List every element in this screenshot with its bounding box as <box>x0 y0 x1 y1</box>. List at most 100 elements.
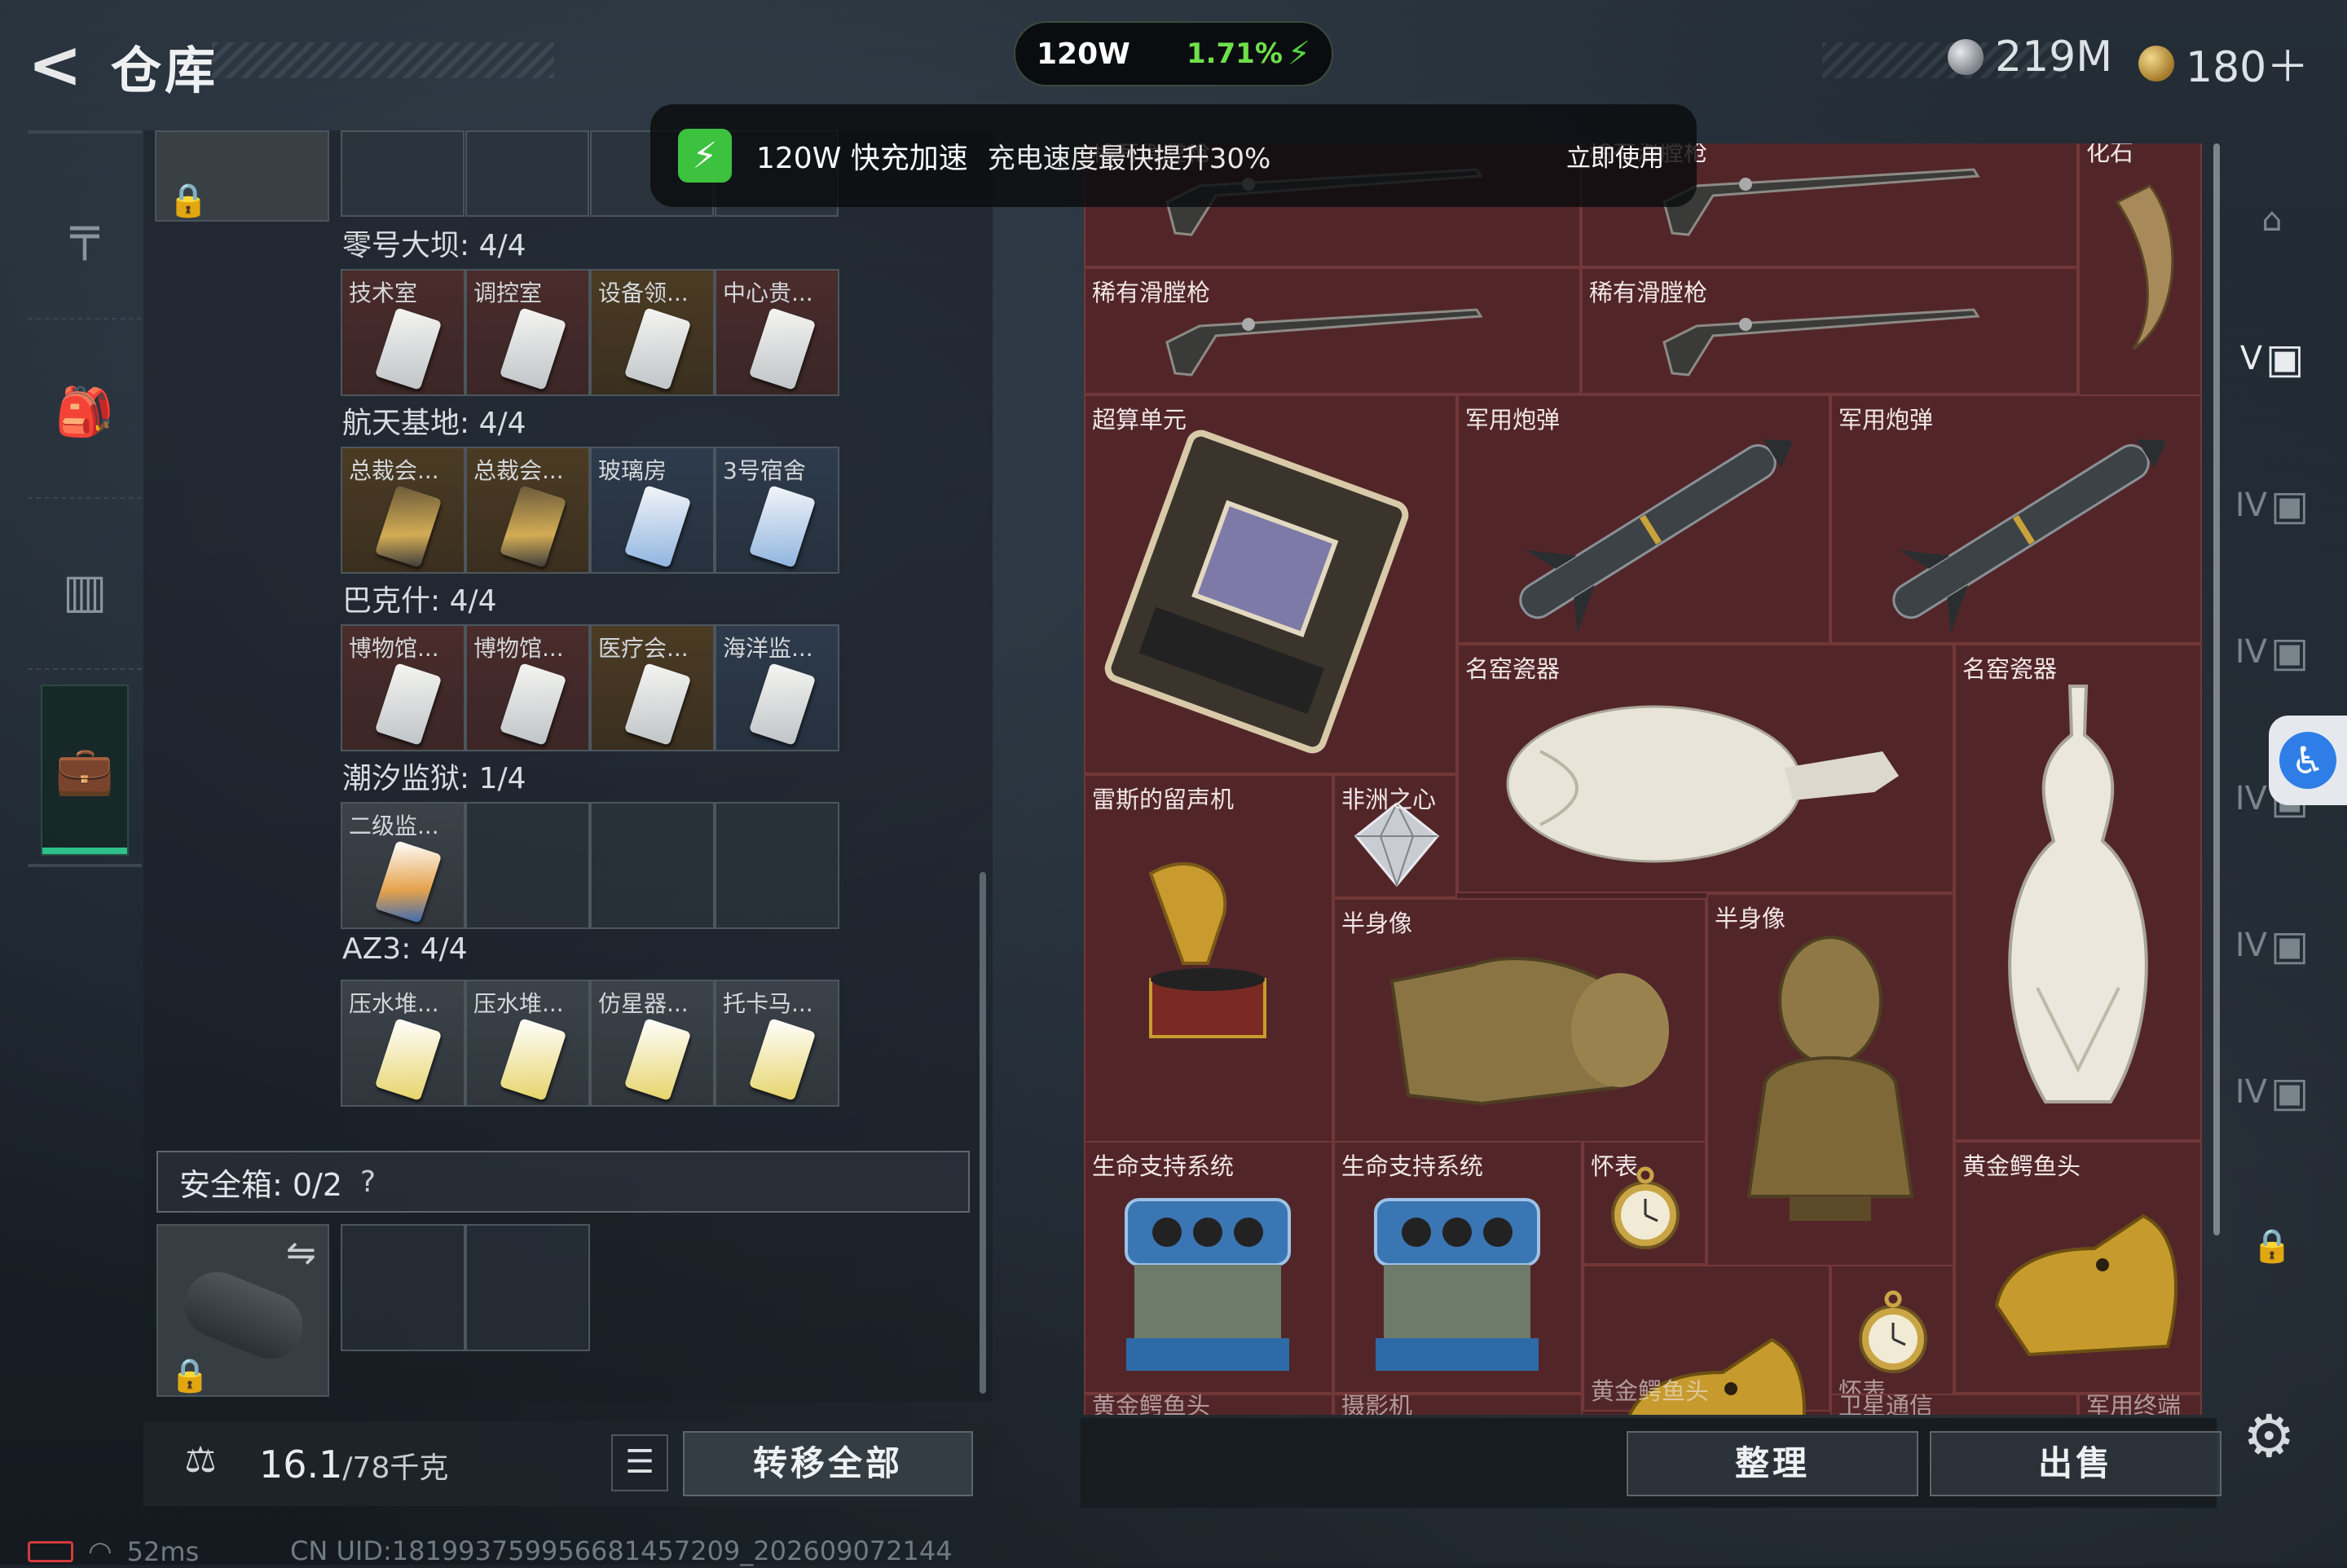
nav-bottom-border <box>28 864 142 867</box>
nav-vest[interactable]: ▥ <box>28 513 142 668</box>
keycard-item[interactable]: 调控室 <box>465 269 590 396</box>
safe-iv-icon[interactable]: IV▣ <box>2223 1043 2321 1141</box>
warehouse-item[interactable]: 军用炮弹 <box>1457 394 1830 644</box>
safe-box-label: 安全箱: 0/2 <box>179 1166 343 1203</box>
safe-box-icon: ▣ <box>2270 922 2310 969</box>
silver-coin-icon <box>1948 39 1984 75</box>
safe-v-icon[interactable]: V ▣ <box>2223 310 2321 407</box>
keycard-item[interactable]: 3号宿舍 <box>715 447 839 574</box>
keycard-label: 海洋监... <box>723 635 813 662</box>
keycard-item[interactable]: 技术室 <box>341 269 465 396</box>
warehouse-item[interactable]: 黄金鳄鱼头 <box>1583 1265 1830 1415</box>
item-label: 名窑瓷器 <box>1962 655 2058 683</box>
warehouse-item[interactable]: 怀表 <box>1583 1141 1706 1265</box>
keycard-item[interactable]: 二级监... <box>341 802 465 929</box>
container-slot[interactable]: 🔒 <box>155 130 329 222</box>
help-icon[interactable]: ? <box>360 1165 376 1199</box>
keycard-item[interactable]: 中心贵... <box>715 269 839 396</box>
currency-gold[interactable]: 180＋ <box>2138 33 2309 94</box>
bolt-icon: ⚡ <box>678 129 732 183</box>
keycard-item[interactable]: 托卡马... <box>715 980 839 1107</box>
keycard-slot[interactable] <box>465 130 589 217</box>
keycard-label: 设备领... <box>598 280 689 306</box>
safe-slot[interactable] <box>341 1224 465 1351</box>
item-label: 名窑瓷器 <box>1465 655 1561 683</box>
warehouse-item[interactable]: 黄金鳄鱼头 <box>1084 1392 1333 1415</box>
empty-slot[interactable] <box>590 802 715 929</box>
safe-case-slot[interactable]: ⇋ 🔒 <box>156 1224 329 1397</box>
settings-gear-icon[interactable]: ⚙ <box>2243 1402 2296 1470</box>
transfer-all-button[interactable]: 转移全部 <box>683 1431 973 1496</box>
warehouse-item[interactable]: 名窑瓷器 <box>1457 644 1954 893</box>
keycard-label: 总裁会... <box>349 457 439 484</box>
nav-divider <box>28 668 142 670</box>
item-label: 化石 <box>2086 143 2134 166</box>
item-label: 摄影机 <box>1341 1392 1413 1415</box>
warehouse-item[interactable]: 摄影机 <box>1333 1392 1583 1415</box>
warehouse-item[interactable]: 非洲之心 <box>1333 774 1457 898</box>
keycard-icon <box>374 307 443 390</box>
currency-silver[interactable]: 219M <box>1948 33 2112 81</box>
warehouse-item[interactable]: 化石 <box>2078 143 2202 396</box>
keycard-item[interactable]: 仿星器... <box>590 980 715 1107</box>
keycard-item[interactable]: 压水堆... <box>341 980 465 1107</box>
scrollbar[interactable] <box>980 872 986 1394</box>
promo-desc: 充电速度最快提升30% <box>987 142 1271 175</box>
keycard-item[interactable]: 海洋监... <box>715 624 839 751</box>
keycard-item[interactable]: 设备领... <box>590 269 715 396</box>
empty-slot[interactable] <box>465 802 590 929</box>
ping: 52ms <box>126 1536 200 1567</box>
safe-iv-icon[interactable]: IV▣ <box>2223 896 2321 994</box>
nav-toolbox[interactable]: 💼 <box>41 685 129 856</box>
keycard-icon <box>374 1018 443 1101</box>
keycard-item[interactable]: 总裁会... <box>341 447 465 574</box>
warehouse-item[interactable]: 生命支持系统 <box>1333 1141 1583 1394</box>
safe-iv-icon[interactable]: IV▣ <box>2223 456 2321 554</box>
keycard-item[interactable]: 医疗会... <box>590 624 715 751</box>
item-label: 半身像 <box>1715 905 1786 932</box>
item-label: 黄金鳄鱼头 <box>1092 1392 1211 1415</box>
warehouse-item[interactable]: 稀有滑膛枪 <box>1084 267 1581 394</box>
empty-slot[interactable] <box>715 802 839 929</box>
warehouse-item[interactable]: 军用终端 <box>2078 1392 2202 1415</box>
nav-backpack[interactable]: 🎒 <box>28 334 142 489</box>
charge-percent: 1.71% <box>1186 37 1283 70</box>
keycard-item[interactable]: 总裁会... <box>465 447 590 574</box>
group-title: AZ3: 4/4 <box>342 932 468 966</box>
warehouse-item[interactable]: 军用炮弹 <box>1830 394 2202 644</box>
fast-charge-banner: ⚡ 120W 快充加速 充电速度最快提升30% 立即使用 <box>650 104 1697 207</box>
keycard-slot[interactable] <box>341 130 465 217</box>
safe-box-header: 安全箱: 0/2 ? <box>156 1151 970 1213</box>
warehouse-item[interactable]: 生命支持系统 <box>1084 1141 1333 1394</box>
warehouse-item[interactable]: 黄金鳄鱼头 <box>1954 1141 2202 1394</box>
warehouse-item[interactable]: 超算单元 <box>1084 394 1457 774</box>
keycard-label: 博物馆... <box>473 635 564 662</box>
warehouse-item[interactable]: 卫星通信 <box>1830 1392 2078 1415</box>
keycard-item[interactable]: 压水堆... <box>465 980 590 1107</box>
item-label: 非洲之心 <box>1341 786 1437 813</box>
keycard-icon <box>374 485 443 568</box>
keycard-icon <box>374 840 443 923</box>
grid-action-bar: 整理 出售 <box>1081 1418 2222 1508</box>
list-view-button[interactable]: ☰ <box>611 1434 668 1491</box>
item-label: 生命支持系统 <box>1092 1152 1235 1180</box>
use-now-button[interactable]: 立即使用 <box>1566 138 1664 174</box>
keycard-item[interactable]: 玻璃房 <box>590 447 715 574</box>
sell-button[interactable]: 出售 <box>1930 1431 2222 1496</box>
swap-icon[interactable]: ⇋ <box>286 1232 316 1274</box>
grid-scrollbar[interactable] <box>2213 143 2220 1235</box>
warehouse-item[interactable]: 名窑瓷器 <box>1954 644 2202 1141</box>
warehouse-item[interactable]: 稀有滑膛枪 <box>1581 267 2078 394</box>
accessibility-button[interactable]: ♿ <box>2269 716 2347 805</box>
nav-weapons[interactable]: ╤ <box>28 155 142 310</box>
sort-button[interactable]: 整理 <box>1627 1431 1918 1496</box>
user-uid: CN UID:18199375995668145720​9_2026090721… <box>290 1535 953 1566</box>
safe-slot[interactable] <box>465 1224 590 1351</box>
storage-room-icon[interactable]: ⌂ <box>2223 171 2321 269</box>
item-label: 黄金鳄鱼头 <box>1962 1152 2081 1180</box>
keycard-label: 3号宿舍 <box>723 457 806 484</box>
safe-iv-icon[interactable]: IV▣ <box>2223 603 2321 701</box>
keycard-item[interactable]: 博物馆... <box>341 624 465 751</box>
back-arrow-icon[interactable]: < <box>28 33 82 98</box>
keycard-item[interactable]: 博物馆... <box>465 624 590 751</box>
